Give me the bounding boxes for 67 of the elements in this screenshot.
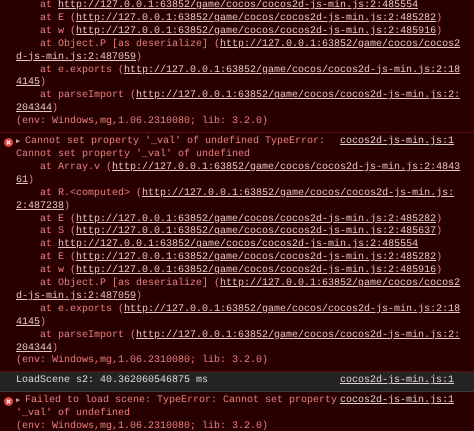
- log-text: at e.exports (: [40, 64, 124, 76]
- stack-link[interactable]: 2:487238: [16, 200, 64, 212]
- log-text: at E (: [40, 12, 76, 24]
- log-text: at S (: [40, 226, 76, 238]
- source-link[interactable]: cocos2d-js-min.js:1: [340, 375, 454, 388]
- log-text: ): [436, 26, 442, 37]
- log-text: at w (: [40, 265, 76, 276]
- log-text: ): [136, 52, 142, 63]
- log-text: at parseImport (: [40, 90, 136, 102]
- stack-link[interactable]: http://127.0.0.1:63852/game/cocos/cocos2d-js-min.js:2:18: [124, 304, 460, 315]
- stack-link[interactable]: http://127.0.0.1:63852/game/cocos/cocos2d-js-min.js:2:485282: [76, 214, 436, 224]
- log-text: ): [136, 290, 142, 302]
- source-link[interactable]: cocos2d-js-min.js:1: [340, 136, 454, 149]
- log-text: at E (: [40, 214, 76, 224]
- message-text: Failed to load scene: TypeError: Cannot set property: [25, 395, 338, 408]
- message-text: Cannot set property '_val' of undefined TypeError:: [25, 136, 326, 148]
- log-text: ): [40, 316, 46, 328]
- source-link[interactable]: cocos2d-js-min.js:1: [340, 395, 454, 408]
- log-text: at w (: [40, 26, 76, 37]
- stack-link[interactable]: http://127.0.0.1:63852/game/cocos/cocos2d-js-min.js:: [142, 188, 454, 199]
- stack-link[interactable]: http://127.0.0.1:63852/game/cocos/cocos2d-js-min.js:2:485554: [58, 0, 418, 11]
- log-text: at e.exports (: [40, 304, 124, 315]
- log-text: at Object.P [as deserialize] (: [40, 38, 220, 50]
- stack-link[interactable]: http://127.0.0.1:63852/game/cocos/cocos2: [220, 38, 460, 50]
- log-text: ): [52, 103, 58, 114]
- log-text: (env: Windows,mg,1.06.2310080; lib: 3.2.0): [16, 421, 268, 431]
- stack-link[interactable]: http://127.0.0.1:63852/game/cocos/cocos2d-js-min.js:2:4843: [112, 162, 460, 173]
- log-text: at: [40, 239, 54, 250]
- stack-link[interactable]: http://127.0.0.1:63852/game/cocos/cocos2d-js-min.js:2:485916: [76, 26, 436, 37]
- stack-link[interactable]: http://127.0.0.1:63852/game/cocos/cocos2d-js-min.js:2:: [136, 330, 460, 341]
- error-icon: [4, 397, 12, 406]
- log-text: at parseImport (: [40, 330, 136, 341]
- stack-link[interactable]: 4145: [16, 77, 40, 88]
- stack-link[interactable]: http://127.0.0.1:63852/game/cocos/cocos2d-js-min.js:2:485637: [76, 226, 436, 238]
- stack-link[interactable]: 204344: [16, 342, 52, 354]
- stack-link[interactable]: http://127.0.0.1:63852/game/cocos/cocos2d-js-min.js:2:485554: [58, 239, 418, 250]
- log-text: (env: Windows,mg,1.06.2310080; lib: 3.2.0): [16, 116, 268, 128]
- stack-link[interactable]: http://127.0.0.1:63852/game/cocos/cocos2d-js-min.js:2:: [136, 90, 460, 102]
- log-text: at Array.v (: [40, 162, 112, 173]
- stack-link[interactable]: http://127.0.0.1:63852/game/cocos/cocos2d-js-min.js:2:485282: [76, 12, 436, 24]
- stack-link[interactable]: http://127.0.0.1:63852/game/cocos/cocos2d-js-min.js:2:485916: [76, 265, 436, 276]
- message-text: LoadScene s2: 40.362060546875 ms: [16, 375, 210, 388]
- log-text: at R.<computed> (: [40, 188, 142, 199]
- error-icon: [4, 138, 12, 148]
- log-text: ): [40, 77, 46, 88]
- log-text: ): [436, 226, 442, 238]
- log-text: at E (: [40, 252, 76, 264]
- log-text: Cannot set property '_val' of undefined: [16, 148, 250, 160]
- log-text: ): [28, 174, 34, 186]
- log-text: ): [436, 214, 442, 224]
- log-text: '_val' of undefined: [16, 408, 130, 420]
- log-text: (env: Windows,mg,1.06.2310080; lib: 3.2.0): [16, 355, 268, 366]
- stack-link[interactable]: d-js-min.js:2:487059: [16, 290, 136, 302]
- stack-link[interactable]: http://127.0.0.1:63852/game/cocos/cocos2: [220, 278, 460, 290]
- log-text: at Object.P [as deserialize] (: [40, 278, 220, 290]
- log-text: ): [436, 252, 442, 264]
- log-text: at: [40, 0, 54, 11]
- stack-link[interactable]: 4145: [16, 316, 40, 328]
- stack-link[interactable]: 204344: [16, 103, 52, 114]
- log-text: ): [436, 12, 442, 24]
- log-text: ): [436, 265, 442, 276]
- log-text: ): [64, 200, 70, 212]
- log-text: ): [52, 342, 58, 354]
- stack-link[interactable]: http://127.0.0.1:63852/game/cocos/cocos2d-js-min.js:2:18: [124, 64, 460, 76]
- stack-link[interactable]: d-js-min.js:2:487059: [16, 52, 136, 63]
- stack-link[interactable]: http://127.0.0.1:63852/game/cocos/cocos2d-js-min.js:2:485282: [76, 252, 436, 264]
- stack-link[interactable]: 61: [16, 174, 28, 186]
